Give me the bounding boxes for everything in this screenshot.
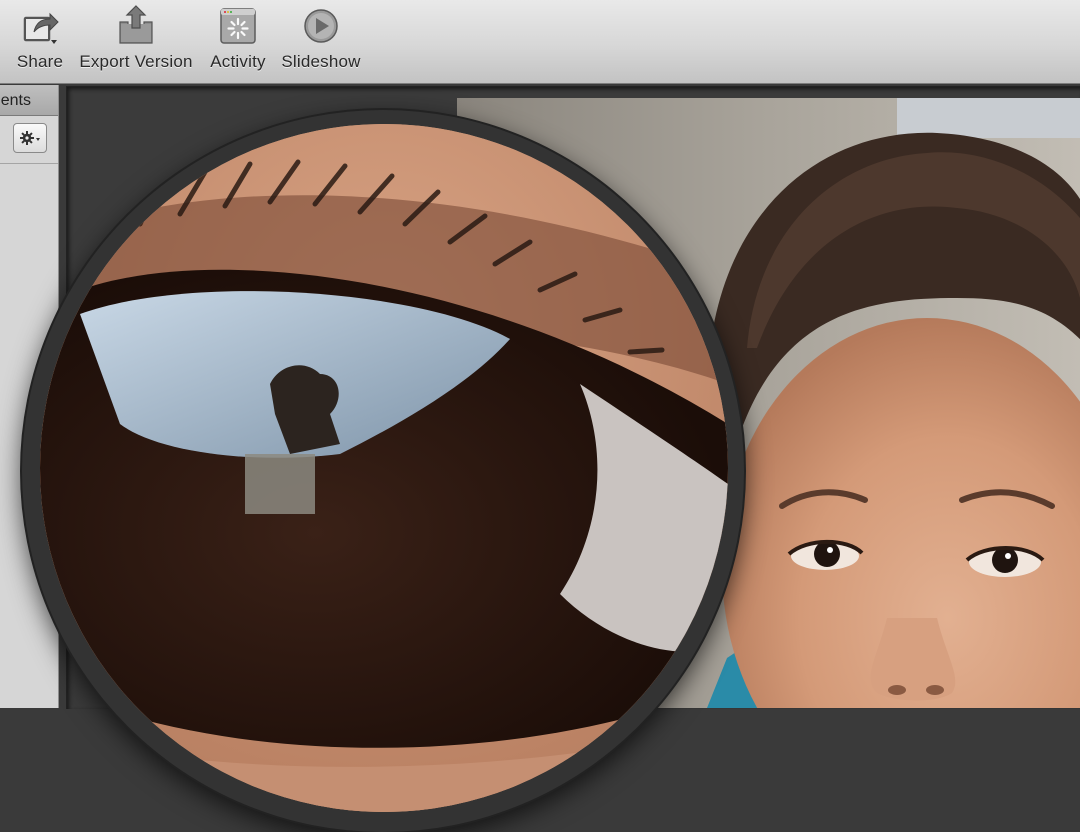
activity-icon (218, 4, 258, 46)
panel-tab[interactable]: ents (0, 85, 58, 116)
export-icon (116, 4, 156, 46)
share-button[interactable]: Share (10, 0, 70, 84)
eye-closeup-image (40, 124, 728, 812)
panel-tab-label: ents (0, 92, 31, 109)
share-icon (20, 4, 60, 46)
main-toolbar: Share Export Version Activity Slideshow (0, 0, 1080, 84)
export-version-button[interactable]: Export Version (76, 0, 196, 84)
gear-icon (20, 131, 40, 145)
panel-divider (0, 163, 58, 164)
slideshow-icon (301, 4, 341, 46)
export-version-label: Export Version (79, 52, 193, 71)
action-menu-button[interactable] (13, 123, 47, 153)
activity-button[interactable]: Activity (204, 0, 272, 84)
slideshow-button[interactable]: Slideshow (278, 0, 364, 84)
loupe-lens[interactable] (40, 124, 728, 812)
slideshow-label: Slideshow (281, 52, 361, 71)
activity-label: Activity (210, 52, 266, 71)
share-label: Share (16, 52, 64, 71)
